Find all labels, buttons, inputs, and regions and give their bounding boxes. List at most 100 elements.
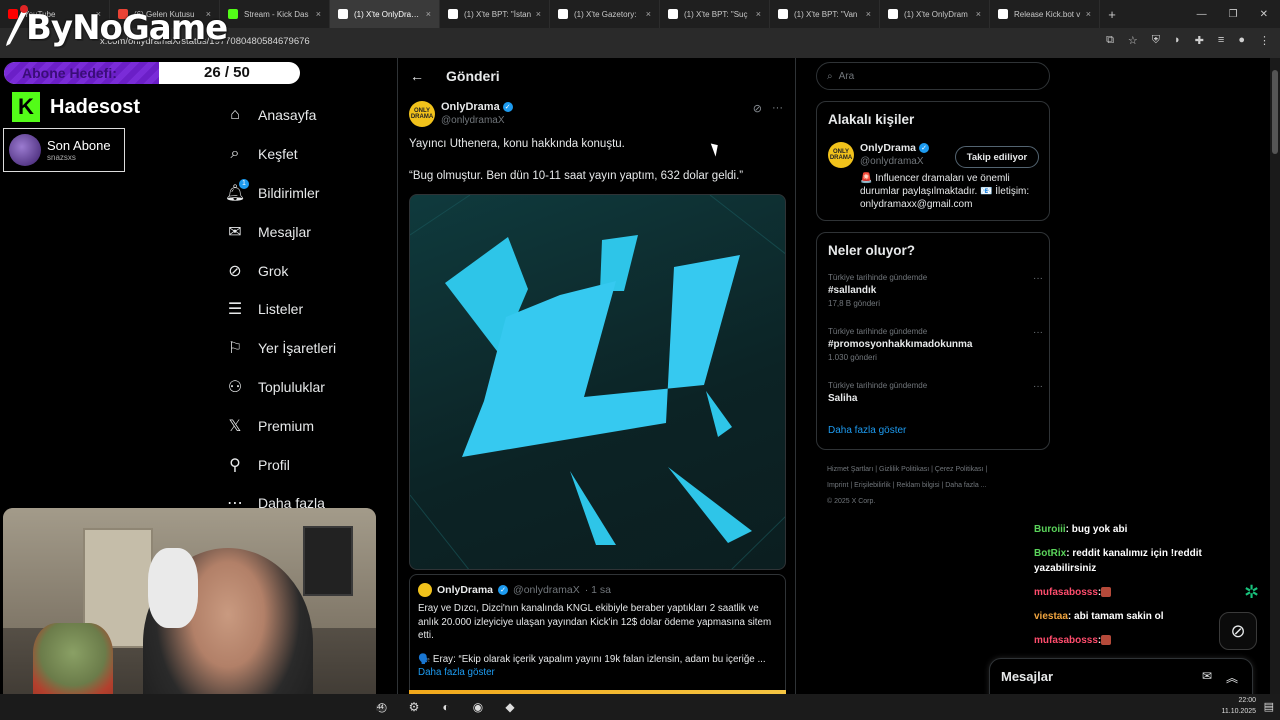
page-scrollbar[interactable] [1270, 58, 1280, 694]
subscriber-goal-bar: Abone Hedefi: 26 / 50 [4, 62, 300, 84]
chat-username[interactable]: BotRix [1034, 548, 1066, 559]
tab-close-icon[interactable]: × [1086, 9, 1091, 19]
chat-username[interactable]: mufasabosss [1034, 587, 1098, 598]
trend-options-icon[interactable]: ··· [1033, 381, 1043, 392]
maximize-icon[interactable]: ❐ [1229, 9, 1238, 20]
trends-show-more-link[interactable]: Daha fazla göster [828, 425, 906, 436]
trend-options-icon[interactable]: ··· [1033, 327, 1043, 338]
quoted-author-name[interactable]: OnlyDrama [437, 584, 493, 596]
browser-menu-icon[interactable]: ⋮ [1259, 34, 1270, 47]
channel-logo: ByNoGame [0, 2, 240, 54]
post-column: ← Gönderi ONLY DRAMA OnlyDrama ✓ @onlydr… [397, 58, 796, 694]
browser-tab[interactable]: Release Kick.bot v × [990, 0, 1100, 28]
extensions-icon[interactable]: ✚ [1195, 34, 1204, 47]
back-arrow-icon[interactable]: ← [410, 68, 424, 84]
notification-icon[interactable]: ▤ [1264, 700, 1274, 713]
trend-options-icon[interactable]: ··· [1033, 273, 1043, 284]
grok-explain-icon[interactable]: ⊘ [753, 102, 762, 115]
tab-close-icon[interactable]: × [756, 9, 761, 19]
chat-username[interactable]: mufasabosss [1034, 635, 1098, 646]
nav-item[interactable]: ☰ Listeler [220, 290, 395, 329]
show-more-link[interactable]: Daha fazla göster [418, 667, 777, 678]
taskbar-app-diamond-icon[interactable]: ◆ [500, 698, 520, 716]
nav-item[interactable]: ⌂ Anasayfa [220, 96, 395, 135]
list-icon: ☰ [227, 301, 243, 319]
install-app-icon[interactable]: ⧉ [1106, 34, 1114, 47]
browser-tab[interactable]: (1) X'te Gazetory: × [550, 0, 660, 28]
taskbar-app-discord-icon[interactable]: ◎44 [372, 698, 392, 716]
new-tab-button[interactable]: + [1100, 7, 1124, 22]
nav-item[interactable]: ⚇ Topluluklar [220, 368, 395, 407]
search-input[interactable]: Ara [839, 71, 855, 82]
new-message-icon[interactable]: ✉ [1202, 669, 1212, 686]
audio-extension-icon[interactable]: ◗ [1174, 34, 1181, 47]
browser-tab[interactable]: (1) X'te OnlyDrama × [330, 0, 440, 28]
messages-dock[interactable]: Mesajlar ✉ ︽ [989, 658, 1253, 698]
x-sidebar-nav: ⌂ Anasayfa ⌕ Keşfet 🔔︎ 1 Bildirimler ✉ Mesajlar ⊘… [220, 96, 395, 523]
grok-icon: ⊘ [228, 262, 242, 280]
close-window-icon[interactable]: ✕ [1260, 9, 1268, 20]
trend-item[interactable]: Türkiye tarihinde gündemde #promosyonhakk… [828, 327, 1043, 362]
author-avatar[interactable]: ONLY DRAMA [409, 101, 435, 127]
nav-item[interactable]: 𝕏 Premium [220, 406, 395, 445]
profile-avatar-icon[interactable]: ● [1238, 34, 1245, 47]
chat-username[interactable]: viestaa [1034, 611, 1068, 622]
trend-item[interactable]: Türkiye tarihinde gündemde #sallandık 17,8… [828, 273, 1043, 308]
related-person[interactable]: ONLY DRAMA OnlyDrama ✓ @onlydramaX [828, 142, 930, 168]
tab-label: Stream - Kick Das [244, 9, 309, 19]
more-options-icon[interactable]: ··· [772, 102, 783, 115]
tab-close-icon[interactable]: × [316, 9, 321, 19]
nav-item[interactable]: ⌕ Keşfet [220, 135, 395, 174]
minimize-icon[interactable]: — [1197, 9, 1207, 20]
chatgpt-icon[interactable]: ✲ [1244, 582, 1264, 602]
window-controls: — ❐ ✕ [1197, 0, 1274, 28]
tab-close-icon[interactable]: × [646, 9, 651, 19]
author-name-row[interactable]: OnlyDrama ✓ [441, 101, 513, 113]
tab-favicon-icon [998, 9, 1008, 19]
post-image[interactable] [409, 194, 786, 570]
search-box[interactable]: ⌕ Ara [816, 62, 1050, 90]
browser-tab[interactable]: (1) X'te BPT: "Suç × [660, 0, 770, 28]
media-icon[interactable]: ≡ [1218, 34, 1224, 47]
trend-category: Türkiye tarihinde gündemde [828, 273, 928, 282]
browser-tab[interactable]: (1) X'te BPT: "Van × [770, 0, 880, 28]
tab-close-icon[interactable]: × [866, 9, 871, 19]
nav-item[interactable]: ⚲ Profil [220, 445, 395, 484]
footer-line[interactable]: Hizmet Şartları | Gizlilik Politikası | … [827, 462, 1047, 478]
footer-line[interactable]: Imprint | Erişilebilirlik | Reklam bilgi… [827, 478, 1047, 494]
expand-icon[interactable]: ︽ [1226, 669, 1238, 686]
related-name[interactable]: OnlyDrama [860, 142, 916, 154]
taskbar-app-obs-icon[interactable]: ◉ [468, 698, 488, 716]
related-avatar[interactable]: ONLY DRAMA [828, 142, 854, 168]
post-author[interactable]: ONLY DRAMA OnlyDrama ✓ @onlydramaX [409, 101, 513, 127]
taskbar-app-arrow-icon[interactable]: ◐ [436, 698, 456, 716]
home-icon: ⌂ [230, 106, 240, 124]
quoted-post[interactable]: OnlyDrama ✓ @onlydramaX · 1 sa Eray ve D… [409, 574, 786, 694]
chat-message: mufasabosss: [1034, 585, 1264, 600]
nav-label: Anasayfa [258, 107, 317, 124]
scrollbar-thumb[interactable] [1272, 70, 1278, 154]
tab-close-icon[interactable]: × [536, 9, 541, 19]
shield-extension-icon[interactable]: ⛨ [1152, 34, 1160, 47]
messages-dock-icons: ✉ ︽ [1202, 669, 1238, 686]
grok-floating-button[interactable]: ⊘ [1219, 612, 1257, 650]
author-handle[interactable]: @onlydramaX [441, 115, 513, 126]
following-button[interactable]: Takip ediliyor [955, 146, 1039, 168]
verified-badge-icon: ✓ [502, 102, 513, 112]
tab-close-icon[interactable]: × [426, 9, 431, 19]
trend-item[interactable]: Türkiye tarihinde gündemde Saliha ··· [828, 381, 1043, 404]
nav-item[interactable]: ✉ Mesajlar [220, 212, 395, 251]
taskbar-app-steam-icon[interactable]: ⚙ [404, 698, 424, 716]
nav-item[interactable]: ⚐ Yer İşaretleri [220, 329, 395, 368]
nav-item[interactable]: 🔔︎ 1 Bildirimler [220, 174, 395, 213]
chat-username[interactable]: Buroiii [1034, 524, 1066, 535]
bookmark-star-icon[interactable]: ☆ [1128, 34, 1138, 47]
quoted-author-handle: @onlydramaX [513, 584, 580, 596]
author-name[interactable]: OnlyDrama [441, 101, 500, 113]
nav-item[interactable]: ⊘ Grok [220, 251, 395, 290]
browser-tab[interactable]: (1) X'te BPT: "İstan × [440, 0, 550, 28]
browser-tab[interactable]: (1) X'te OnlyDram × [880, 0, 990, 28]
trend-category: Türkiye tarihinde gündemde [828, 327, 928, 336]
tab-close-icon[interactable]: × [976, 9, 981, 19]
taskbar-clock[interactable]: 22:00 11.10.2025 [1221, 695, 1256, 717]
